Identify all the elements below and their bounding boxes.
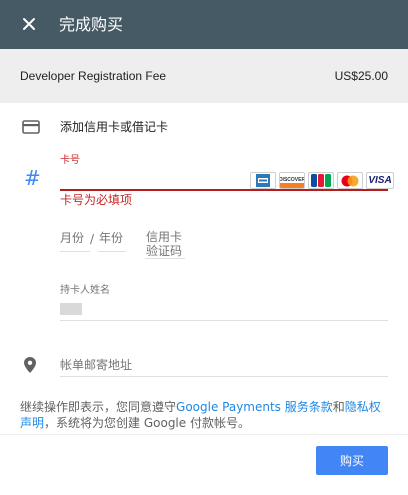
terms-suffix: ，系统将为您创建 Google 付款帐号。	[44, 416, 250, 430]
jcb-logo-icon	[308, 172, 334, 189]
terms-prefix: 继续操作即表示，您同意遵守	[20, 400, 177, 414]
card-number-label: 卡号	[60, 155, 80, 166]
card-brand-list: DISCOVER VISA	[250, 172, 394, 190]
expiry-separator: /	[90, 232, 95, 246]
cvc-field[interactable]: 信用卡验证码	[146, 230, 190, 258]
expiry-month-underline	[60, 251, 90, 252]
fee-label: Developer Registration Fee	[20, 69, 167, 83]
card-number-icon: #	[24, 166, 41, 190]
cardholder-name-label: 持卡人姓名	[60, 285, 110, 296]
credit-card-icon	[22, 119, 40, 134]
discover-logo-icon: DISCOVER	[279, 172, 305, 189]
amex-logo-icon	[250, 172, 276, 189]
expiry-year-underline	[98, 251, 126, 252]
dialog-header: 完成购买	[0, 0, 408, 49]
add-card-title: 添加信用卡或借记卡	[60, 120, 169, 134]
buy-button[interactable]: 购买	[316, 446, 388, 475]
fee-amount: US$25.00	[334, 69, 388, 83]
cvc-underline	[145, 258, 185, 259]
svg-text:DISCOVER: DISCOVER	[280, 177, 304, 183]
card-number-input[interactable]	[60, 170, 250, 188]
cardholder-name-underline	[60, 320, 388, 321]
card-number-error: 卡号为必填项	[60, 193, 133, 207]
close-icon[interactable]	[18, 13, 40, 35]
billing-address-underline	[60, 376, 388, 377]
billing-address-field[interactable]: 帐单邮寄地址	[60, 358, 132, 372]
cardholder-name-input[interactable]	[60, 303, 82, 315]
mastercard-logo-icon	[337, 172, 363, 189]
footer-divider	[0, 434, 408, 435]
close-button[interactable]	[18, 13, 40, 35]
payments-terms-link[interactable]: Google Payments 服务条款	[176, 400, 333, 414]
expiry-year-field[interactable]: 年份	[99, 231, 123, 245]
visa-logo-icon: VISA	[366, 172, 394, 189]
fee-summary: Developer Registration Fee US$25.00	[0, 49, 408, 103]
terms-text: 继续操作即表示，您同意遵守Google Payments 服务条款和隐私权声明，…	[20, 399, 390, 431]
dialog-title: 完成购买	[59, 15, 124, 34]
terms-and: 和	[332, 400, 345, 414]
location-pin-icon	[24, 357, 36, 373]
expiry-month-field[interactable]: 月份	[60, 231, 84, 245]
